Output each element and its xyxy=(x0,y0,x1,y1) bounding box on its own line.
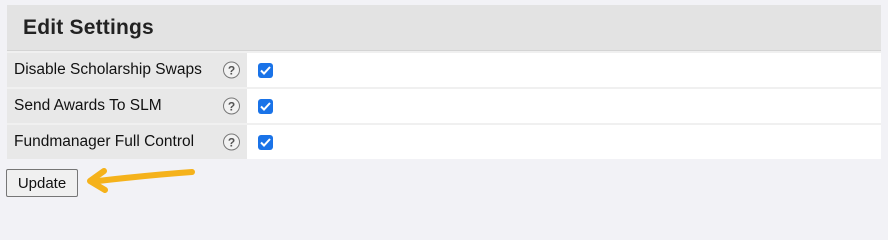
setting-label-cell: Fundmanager Full Control ? xyxy=(7,125,247,159)
question-circle-icon[interactable]: ? xyxy=(223,133,240,151)
settings-row-send-awards-to-slm: Send Awards To SLM ? xyxy=(7,87,881,123)
annotation-arrow-icon xyxy=(87,168,195,193)
edit-settings-panel: Edit Settings Disable Scholarship Swaps … xyxy=(7,5,881,159)
question-circle-icon[interactable]: ? xyxy=(223,97,240,115)
panel-title: Edit Settings xyxy=(23,15,154,39)
setting-value-cell xyxy=(247,53,881,87)
send-awards-to-slm-checkbox[interactable] xyxy=(258,98,273,114)
settings-row-fundmanager-full-control: Fundmanager Full Control ? xyxy=(7,123,881,159)
setting-value-cell xyxy=(247,125,881,159)
settings-row-disable-scholarship-swaps: Disable Scholarship Swaps ? xyxy=(7,51,881,87)
setting-label-cell: Disable Scholarship Swaps ? xyxy=(7,53,247,87)
fundmanager-full-control-checkbox[interactable] xyxy=(258,134,273,150)
update-button[interactable]: Update xyxy=(6,169,78,197)
setting-value-cell xyxy=(247,89,881,123)
setting-label: Send Awards To SLM xyxy=(14,97,162,114)
question-circle-icon[interactable]: ? xyxy=(223,61,240,79)
panel-header: Edit Settings xyxy=(7,5,881,51)
setting-label-cell: Send Awards To SLM ? xyxy=(7,89,247,123)
setting-label: Fundmanager Full Control xyxy=(14,133,195,150)
disable-scholarship-swaps-checkbox[interactable] xyxy=(258,62,273,78)
setting-label: Disable Scholarship Swaps xyxy=(14,61,202,78)
